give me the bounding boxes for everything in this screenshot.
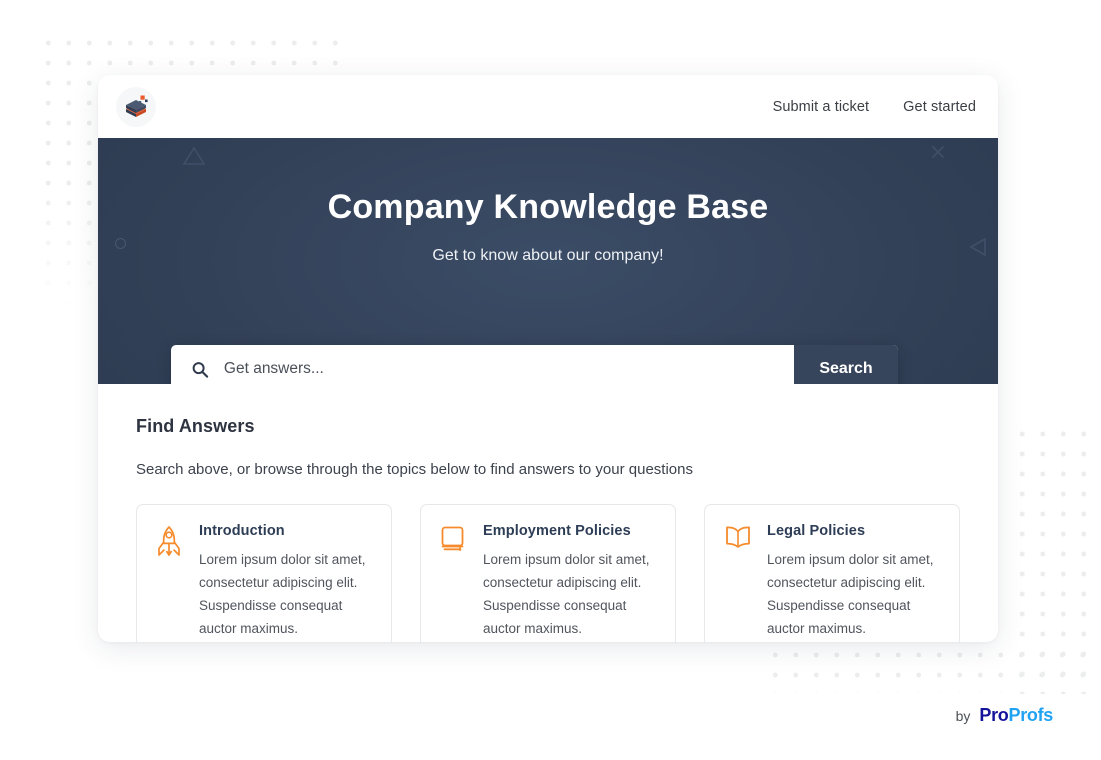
site-header: Submit a ticket Get started	[98, 75, 998, 138]
proprofs-logo-second: Profs	[1008, 705, 1053, 725]
rocket-icon	[158, 526, 180, 556]
proprofs-logo-first: Pro	[979, 705, 1009, 725]
page-title: Company Knowledge Base	[327, 188, 769, 226]
category-description: Lorem ipsum dolor sit amet, consectetur …	[199, 552, 366, 636]
category-title: Employment Policies	[483, 523, 631, 539]
logo-icon	[126, 95, 148, 117]
decorative-dot-grid-right	[1012, 424, 1101, 694]
hero-banner: Company Knowledge Base Get to know about…	[98, 138, 998, 384]
knowledge-base-card: Submit a ticket Get started Company Know…	[98, 75, 998, 642]
card-icon-wrap	[439, 523, 469, 640]
nav-link-submit-a-ticket[interactable]: Submit a ticket	[773, 99, 870, 115]
search-icon	[192, 361, 209, 378]
category-card-introduction[interactable]: Introduction Lorem ipsum dolor sit amet,…	[136, 504, 392, 642]
search-bar: Search	[171, 345, 898, 384]
page-subtitle: Get to know about our company!	[432, 247, 664, 264]
header-nav: Submit a ticket Get started	[773, 99, 976, 115]
card-body: Employment Policies Lorem ipsum dolor si…	[483, 523, 657, 640]
decorative-dot-grid-bottom	[765, 645, 1101, 693]
open-book-icon	[726, 526, 750, 548]
card-body: Legal Policies Lorem ipsum dolor sit ame…	[767, 523, 941, 640]
category-grid: Introduction Lorem ipsum dolor sit amet,…	[136, 504, 960, 642]
category-card-legal-policies[interactable]: Legal Policies Lorem ipsum dolor sit ame…	[704, 504, 960, 642]
footer-brand[interactable]: by ProProfs	[955, 705, 1054, 726]
proprofs-logo[interactable]: ProProfs	[979, 705, 1053, 726]
category-title: Introduction	[199, 523, 285, 539]
search-button[interactable]: Search	[794, 345, 898, 384]
find-answers-section: Find Answers Search above, or browse thr…	[98, 384, 998, 642]
knowledge-base-logo[interactable]	[116, 86, 156, 127]
card-icon-wrap	[155, 523, 185, 640]
category-card-employment-policies[interactable]: Employment Policies Lorem ipsum dolor si…	[420, 504, 676, 642]
category-description: Lorem ipsum dolor sit amet, consectetur …	[483, 552, 650, 636]
category-title: Legal Policies	[767, 523, 866, 539]
search-input-wrap	[171, 345, 794, 384]
find-answers-subheading: Search above, or browse through the topi…	[136, 461, 693, 478]
card-body: Introduction Lorem ipsum dolor sit amet,…	[199, 523, 373, 640]
card-icon-wrap	[723, 523, 753, 640]
search-input[interactable]	[221, 359, 794, 379]
closed-book-icon	[441, 526, 464, 552]
nav-link-get-started[interactable]: Get started	[903, 99, 976, 115]
find-answers-heading: Find Answers	[136, 416, 255, 436]
footer-by-label: by	[955, 708, 971, 724]
category-description: Lorem ipsum dolor sit amet, consectetur …	[767, 552, 934, 636]
